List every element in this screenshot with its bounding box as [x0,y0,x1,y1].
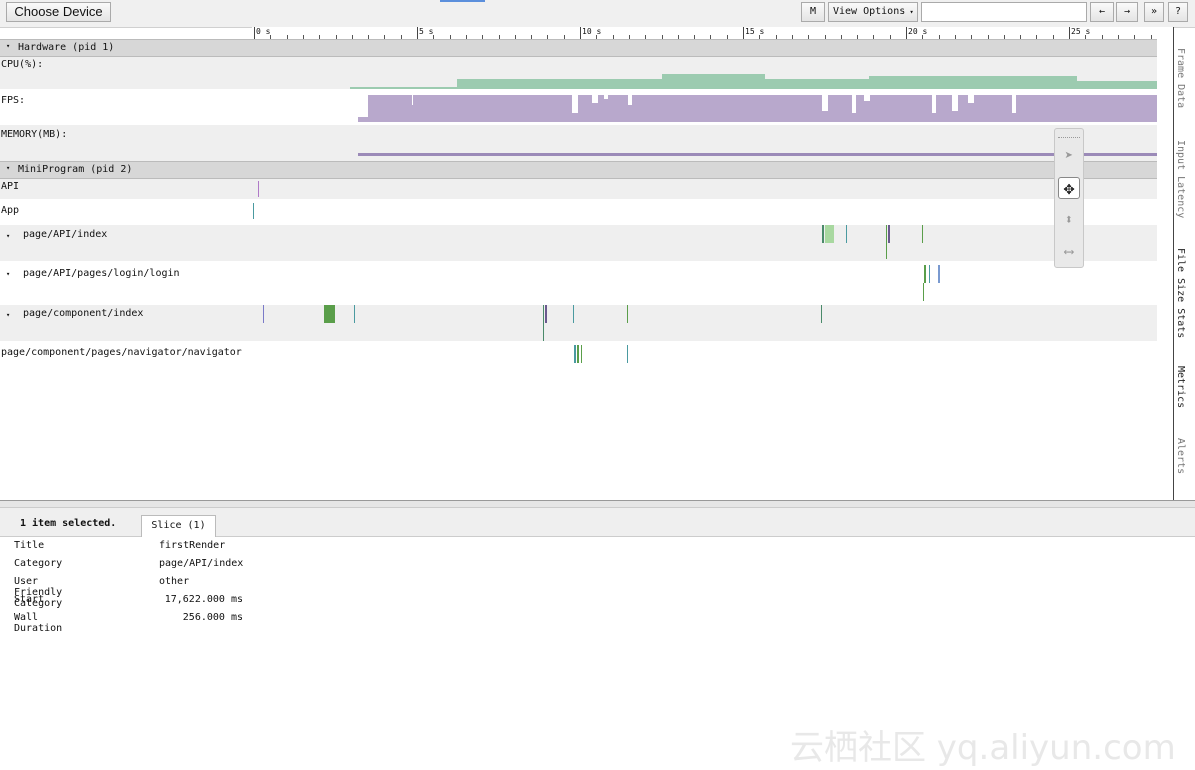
prop-value: 17,622.000 ms [164,594,243,605]
slice [929,265,930,283]
mouse-mode-selector: ➤ ✥ ⬍ ⟷ [1054,128,1084,268]
slice [581,345,582,363]
expand-triangle-icon: ▾ [6,311,11,319]
hardware-counters-graph[interactable] [252,57,1158,167]
track-label-page-api-index: page/API/index [23,229,108,240]
dropdown-caret-icon: ▾ [905,8,914,16]
slice [922,225,923,243]
tab-alerts[interactable]: Alerts [1175,438,1186,474]
slice [253,203,254,219]
ruler-tick-label: 25 s [1071,27,1091,36]
prop-key: Category [14,558,63,569]
miniprogram-header-label: MiniProgram (pid 2) [18,164,133,175]
track-label-login: page/API/pages/login/login [23,268,180,279]
slice [627,305,628,323]
tab-metrics[interactable]: Metrics [1175,366,1186,408]
side-panel-border [1173,27,1174,500]
ruler-tick-label: 20 s [908,27,928,36]
hardware-section-header[interactable]: ▾ Hardware (pid 1) [0,39,1157,57]
hardware-header-label: Hardware (pid 1) [18,42,115,53]
help-button[interactable]: ? [1168,2,1188,22]
pan-tool-icon[interactable]: ✥ [1058,177,1080,199]
slice [938,265,940,283]
view-options-label: View Options [833,6,906,17]
slices-canvas[interactable] [252,179,1158,369]
prop-key: Title [14,540,45,551]
toolbar: Choose Device M View Options ▾ ← → » ? [0,0,1195,28]
memory-bar [358,153,1158,156]
slice [888,225,890,243]
more-button[interactable]: » [1144,2,1164,22]
top-accent-bar [440,0,485,2]
slice [577,345,579,363]
slice [923,283,924,301]
tab-slice[interactable]: Slice (1) [141,515,216,537]
miniprogram-section-header[interactable]: ▾ MiniProgram (pid 2) [0,161,1157,179]
ruler-tick-label: 5 s [419,27,434,36]
ruler-tick-label: 10 s [582,27,602,36]
track-label-navigator: page/component/pages/navigator/navigator [1,347,242,358]
tab-input-latency[interactable]: Input Latency [1175,140,1186,218]
selection-tool-icon[interactable]: ➤ [1058,145,1080,167]
selection-summary: 1 item selected. [20,518,117,529]
prop-key: Wall Duration [14,612,63,634]
prev-result-button[interactable]: ← [1090,2,1114,22]
tab-file-size-stats[interactable]: File Size Stats [1175,248,1186,338]
prop-value: other [159,576,190,587]
drag-handle-icon[interactable] [1058,131,1080,138]
prop-value: page/API/index [159,558,244,569]
slice [354,305,355,323]
track-label-memory: MEMORY(MB): [1,129,68,140]
fps-area [358,95,1158,122]
slice [825,225,834,243]
expand-triangle-icon: ▾ [6,232,11,240]
slice [573,305,574,323]
slice [545,305,547,323]
m-button[interactable]: M [801,2,825,22]
slice [924,265,926,283]
watermark: 云栖社区 yq.aliyun.com [790,728,1176,768]
slice [574,345,576,363]
track-label-api: API [1,181,20,192]
view-options-button[interactable]: View Options ▾ [828,2,918,22]
slice [543,305,544,341]
slice [263,305,264,323]
panel-splitter[interactable] [0,500,1195,508]
ruler-tick-label: 0 s [256,27,271,36]
collapse-triangle-icon: ▾ [6,42,11,50]
slice [627,345,628,363]
slice [822,225,824,243]
slice [886,225,887,259]
track-label-fps: FPS: [1,95,26,106]
track-label-app: App [1,205,20,216]
ruler-tick-label: 15 s [745,27,765,36]
slice [258,181,259,197]
expand-triangle-icon: ▾ [6,270,11,278]
prop-key: Start [14,594,45,605]
slice [821,305,822,323]
choose-device-button[interactable]: Choose Device [6,2,111,22]
collapse-triangle-icon: ▾ [6,164,11,172]
next-result-button[interactable]: → [1116,2,1138,22]
zoom-tool-icon[interactable]: ⬍ [1058,209,1080,231]
side-panel [1157,27,1173,500]
slice [846,225,847,243]
prop-value: firstRender [159,540,226,551]
timing-tool-icon[interactable]: ⟷ [1058,241,1080,263]
cpu-area [350,74,1158,89]
search-input[interactable] [921,2,1087,22]
track-label-cpu: CPU(%): [1,59,44,70]
slice [324,305,335,323]
track-label-component-index: page/component/index [23,308,144,319]
tab-frame-data[interactable]: Frame Data [1175,48,1186,108]
prop-value: 256.000 ms [182,612,243,623]
